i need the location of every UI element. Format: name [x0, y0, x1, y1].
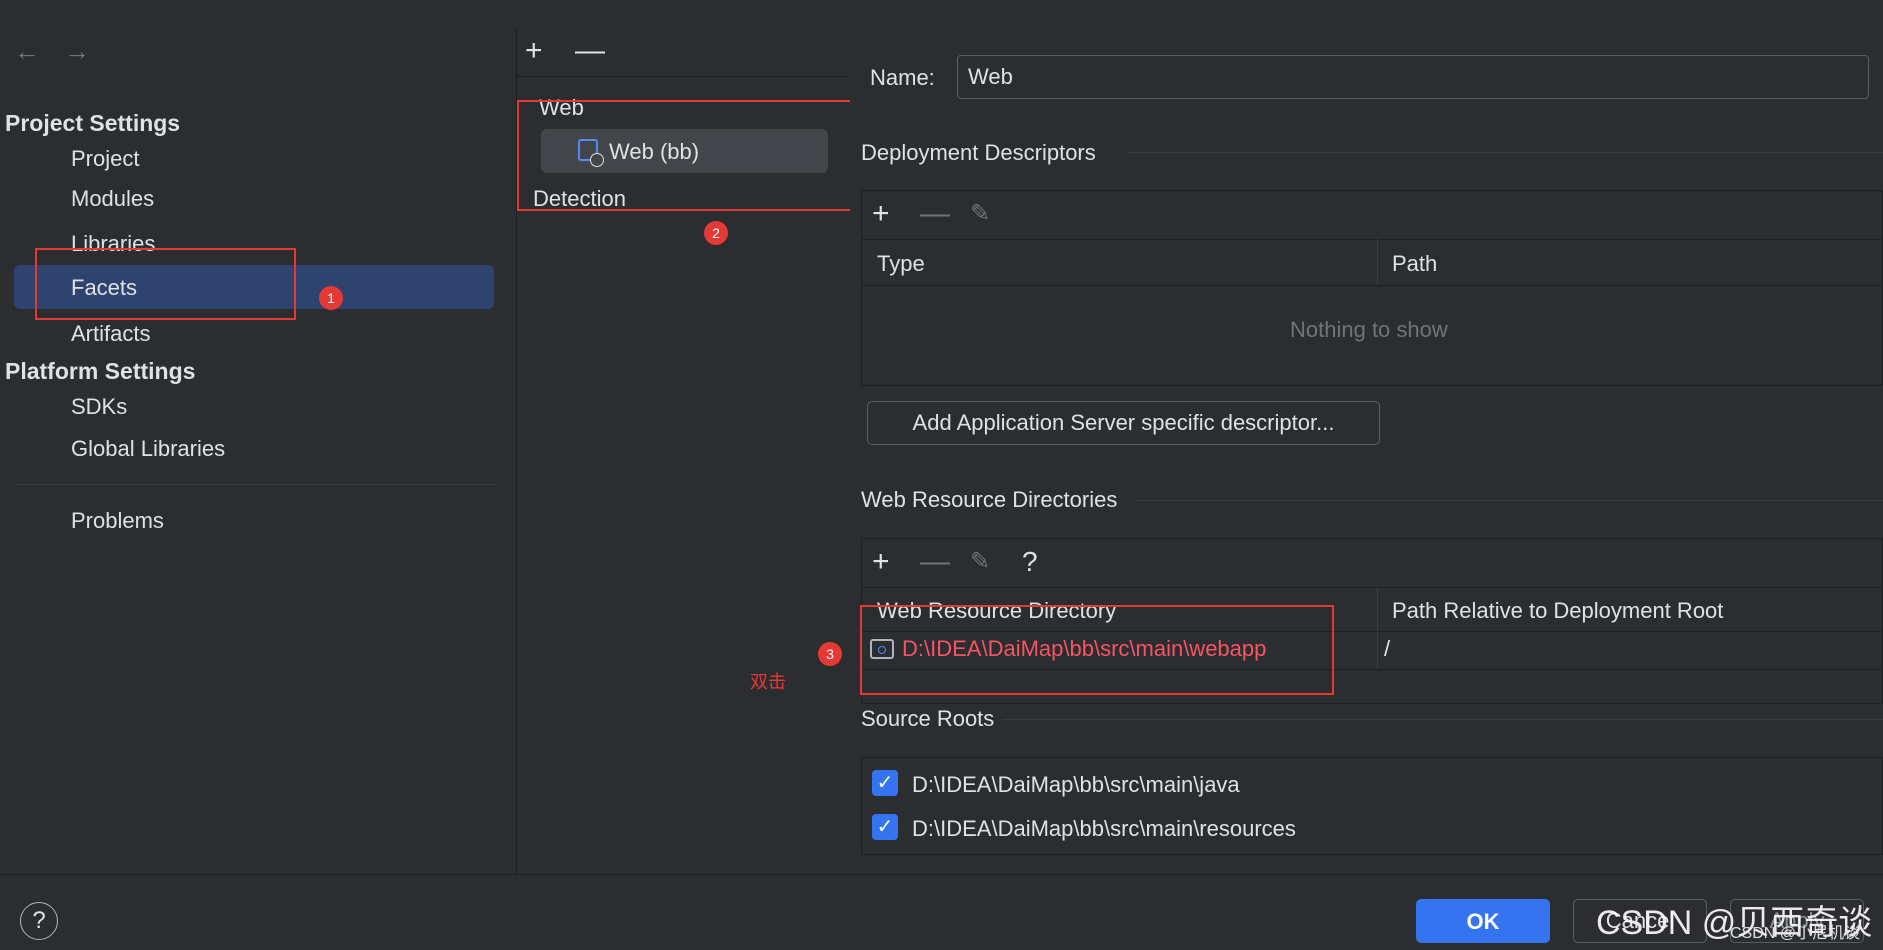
watermark-small: CSDN @小尼机谈: [1730, 925, 1861, 942]
dialog-footer: ? OK Cancel Apply CSDN @贝西奇谈 CSDN @小尼机谈: [0, 874, 1883, 950]
list-item[interactable]: ✓ D:\IDEA\DaiMap\bb\src\main\resources: [862, 808, 1882, 848]
source-root-path: D:\IDEA\DaiMap\bb\src\main\resources: [912, 816, 1296, 841]
name-label: Name:: [870, 65, 935, 90]
project-settings-header: Project Settings: [5, 110, 181, 136]
deployment-descriptors-table: + — ✎ Type Path Nothing to show: [861, 190, 1883, 386]
deployment-toolbar: + — ✎: [862, 191, 1882, 240]
annotation-badge-3: 3: [818, 642, 842, 666]
edit-pencil-icon[interactable]: ✎: [970, 199, 990, 229]
facet-settings-panel: Name: Deployment Descriptors + — ✎ Type …: [850, 28, 1883, 874]
title-bar: [0, 0, 1883, 29]
source-roots-divider: [1002, 719, 1883, 720]
minus-icon[interactable]: —: [920, 547, 950, 577]
minus-icon[interactable]: —: [575, 36, 605, 66]
annotation-box-2: [517, 100, 855, 211]
list-item[interactable]: ✓ D:\IDEA\DaiMap\bb\src\main\java: [862, 764, 1882, 804]
list-toolbar-divider: [517, 76, 850, 77]
deployment-descriptors-title: Deployment Descriptors: [861, 140, 1096, 165]
column-relative-path[interactable]: Path Relative to Deployment Root: [1392, 598, 1723, 624]
nav-divider: [14, 484, 494, 485]
help-icon[interactable]: ?: [1022, 547, 1038, 577]
add-descriptor-button[interactable]: Add Application Server specific descript…: [867, 401, 1380, 445]
source-roots-title: Source Roots: [861, 706, 995, 731]
plus-icon[interactable]: +: [525, 36, 543, 66]
checkbox-checked-icon[interactable]: ✓: [872, 770, 898, 796]
source-root-path: D:\IDEA\DaiMap\bb\src\main\java: [912, 772, 1240, 797]
web-resource-divider: [1135, 500, 1883, 501]
minus-icon[interactable]: —: [920, 199, 950, 229]
arrow-left-icon[interactable]: ←: [14, 36, 40, 66]
plus-icon[interactable]: +: [872, 547, 890, 577]
nav-item-problems[interactable]: Problems: [71, 508, 164, 534]
plus-icon[interactable]: +: [872, 199, 890, 229]
double-click-annotation: 双击: [750, 672, 786, 692]
relative-path-value: /: [1384, 636, 1391, 661]
column-path[interactable]: Path: [1392, 251, 1437, 277]
annotation-box-1: [35, 248, 296, 320]
nav-item-sdks[interactable]: SDKs: [71, 394, 127, 420]
nav-item-artifacts[interactable]: Artifacts: [71, 321, 150, 347]
column-type[interactable]: Type: [877, 251, 925, 277]
nav-item-global-libraries[interactable]: Global Libraries: [71, 436, 225, 462]
platform-settings-header: Platform Settings: [5, 358, 196, 384]
nav-item-modules[interactable]: Modules: [71, 186, 154, 212]
edit-pencil-icon[interactable]: ✎: [970, 547, 990, 577]
checkbox-checked-icon[interactable]: ✓: [872, 814, 898, 840]
nav-item-project[interactable]: Project: [71, 146, 139, 172]
web-resource-title: Web Resource Directories: [861, 487, 1118, 512]
name-field[interactable]: [957, 55, 1869, 99]
web-resource-toolbar: + — ✎ ?: [862, 539, 1882, 588]
empty-state-text: Nothing to show: [1290, 317, 1448, 342]
source-roots-list: ✓ D:\IDEA\DaiMap\bb\src\main\java ✓ D:\I…: [861, 757, 1883, 855]
ok-button[interactable]: OK: [1416, 899, 1550, 943]
help-icon[interactable]: ?: [20, 902, 58, 940]
annotation-box-3: [860, 605, 1334, 695]
annotation-badge-2: 2: [704, 221, 728, 245]
deployment-divider: [1128, 152, 1883, 153]
annotation-badge-1: 1: [319, 286, 343, 310]
settings-nav-panel: ← → Project Settings Project Modules Lib…: [0, 28, 515, 874]
arrow-right-icon[interactable]: →: [64, 36, 90, 66]
deployment-table-header: Type Path: [862, 239, 1882, 286]
facets-list-panel: + — Web Web (bb) Detection 2: [516, 28, 855, 874]
